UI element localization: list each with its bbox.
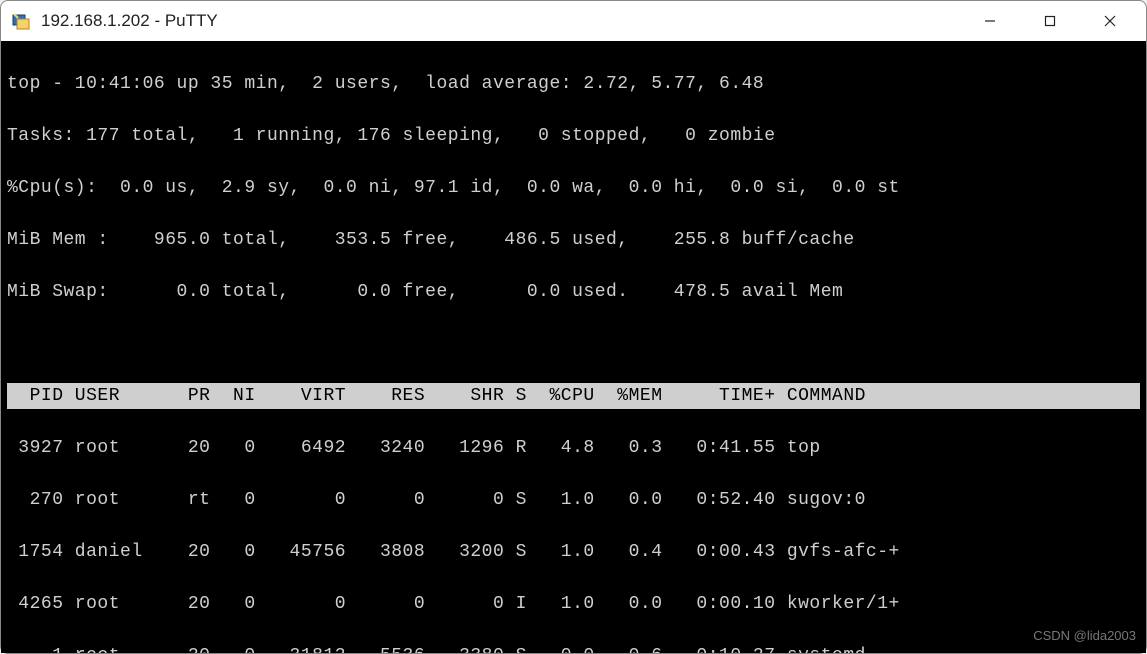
terminal-pane[interactable]: top - 10:41:06 up 35 min, 2 users, load … xyxy=(1,41,1146,653)
top-tasks-line: Tasks: 177 total, 1 running, 176 sleepin… xyxy=(7,123,1140,149)
process-row: 4265 root 20 0 0 0 0 I 1.0 0.0 0:00.10 k… xyxy=(7,591,1140,617)
close-button[interactable] xyxy=(1080,1,1140,41)
process-header: PID USER PR NI VIRT RES SHR S %CPU %MEM … xyxy=(7,383,1140,409)
window-title: 192.168.1.202 - PuTTY xyxy=(41,11,960,31)
maximize-button[interactable] xyxy=(1020,1,1080,41)
process-row: 1 root 20 0 31812 5536 3380 S 0.0 0.6 0:… xyxy=(7,643,1140,653)
top-cpu-line: %Cpu(s): 0.0 us, 2.9 sy, 0.0 ni, 97.1 id… xyxy=(7,175,1140,201)
process-row: 1754 daniel 20 0 45756 3808 3200 S 1.0 0… xyxy=(7,539,1140,565)
putty-icon xyxy=(11,11,31,31)
minimize-button[interactable] xyxy=(960,1,1020,41)
window-controls xyxy=(960,1,1140,41)
process-row: 3927 root 20 0 6492 3240 1296 R 4.8 0.3 … xyxy=(7,435,1140,461)
blank-line xyxy=(7,331,1140,357)
top-swap-line: MiB Swap: 0.0 total, 0.0 free, 0.0 used.… xyxy=(7,279,1140,305)
process-row: 270 root rt 0 0 0 0 S 1.0 0.0 0:52.40 su… xyxy=(7,487,1140,513)
putty-window: 192.168.1.202 - PuTTY top - 10:41:06 up … xyxy=(0,0,1147,654)
titlebar[interactable]: 192.168.1.202 - PuTTY xyxy=(1,1,1146,41)
top-mem-line: MiB Mem : 965.0 total, 353.5 free, 486.5… xyxy=(7,227,1140,253)
watermark: CSDN @lida2003 xyxy=(1033,623,1136,649)
top-summary-line: top - 10:41:06 up 35 min, 2 users, load … xyxy=(7,71,1140,97)
